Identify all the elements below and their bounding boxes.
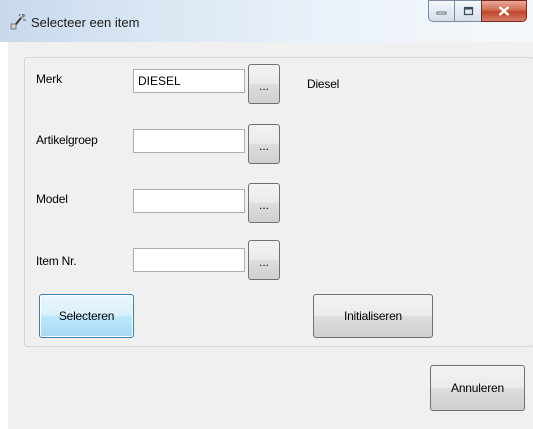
item-nr-input[interactable] bbox=[133, 248, 245, 272]
merk-browse-button[interactable]: ... bbox=[248, 64, 280, 104]
cancel-button[interactable]: Annuleren bbox=[430, 365, 525, 411]
model-input[interactable] bbox=[133, 189, 245, 213]
dialog-client-area: Merk ... Diesel Artikelgroep ... Model .… bbox=[8, 42, 533, 429]
select-button[interactable]: Selecteren bbox=[39, 294, 134, 338]
reset-button[interactable]: Initialiseren bbox=[313, 294, 433, 338]
artikelgroep-browse-button[interactable]: ... bbox=[248, 124, 280, 164]
minimize-icon bbox=[436, 11, 447, 15]
merk-description: Diesel bbox=[307, 77, 340, 91]
model-browse-button[interactable]: ... bbox=[248, 183, 280, 223]
title-bar[interactable]: Selecteer een item bbox=[0, 0, 533, 42]
close-button[interactable] bbox=[481, 0, 527, 22]
artikelgroep-label: Artikelgroep bbox=[36, 133, 98, 147]
item-nr-label: Item Nr. bbox=[36, 254, 77, 268]
artikelgroep-input[interactable] bbox=[133, 129, 245, 153]
minimize-button[interactable] bbox=[428, 0, 455, 22]
maximize-button[interactable] bbox=[454, 0, 482, 22]
close-icon bbox=[498, 6, 510, 16]
window-title: Selecteer een item bbox=[31, 15, 140, 30]
merk-label: Merk bbox=[36, 72, 62, 86]
app-wand-icon bbox=[10, 14, 26, 30]
item-nr-browse-button[interactable]: ... bbox=[248, 240, 280, 280]
model-label: Model bbox=[36, 192, 68, 206]
maximize-icon bbox=[463, 6, 473, 16]
selection-group: Merk ... Diesel Artikelgroep ... Model .… bbox=[24, 57, 533, 347]
merk-input[interactable] bbox=[133, 69, 245, 93]
